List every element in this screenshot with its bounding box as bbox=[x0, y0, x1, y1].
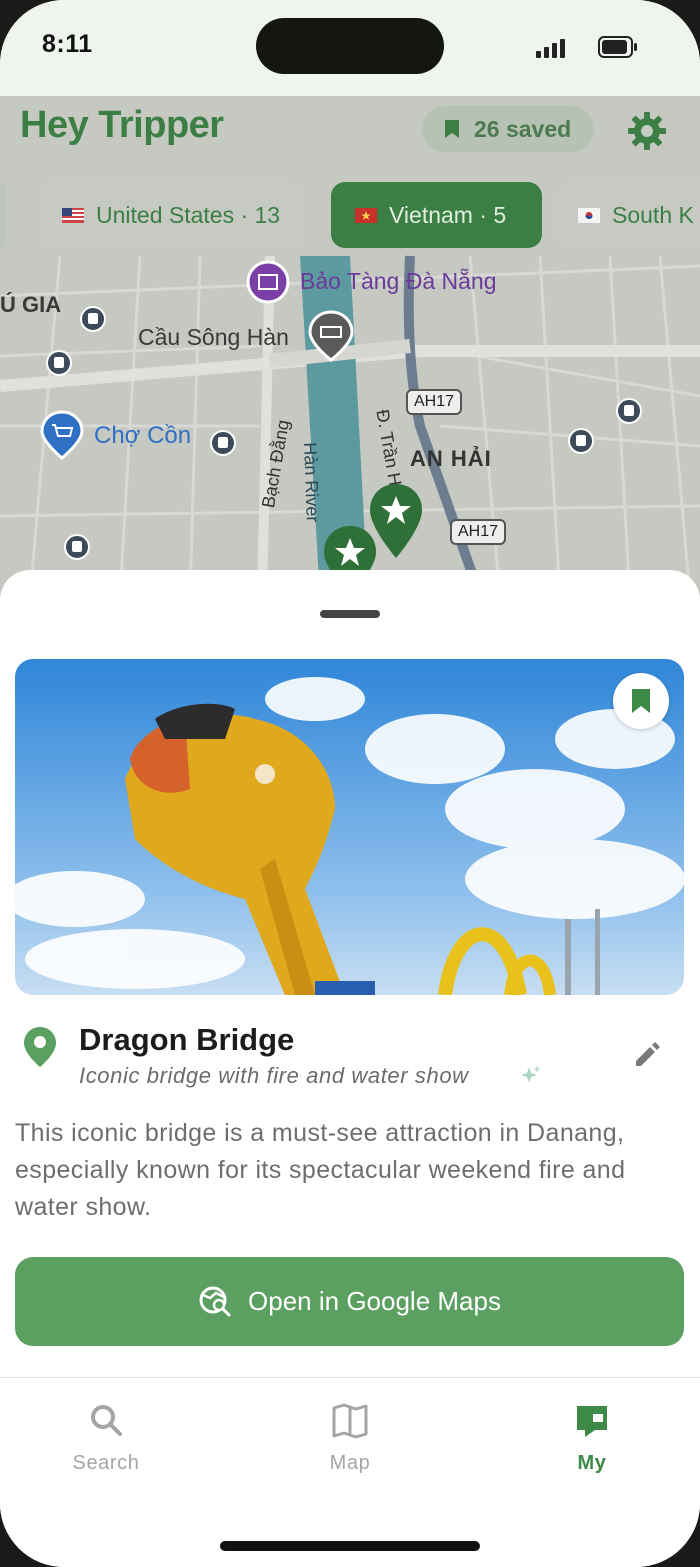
map-label-museum[interactable]: Bảo Tàng Đà Nẵng bbox=[300, 268, 497, 295]
chip-label: Vietnam · 5 bbox=[389, 201, 507, 228]
location-pin-icon bbox=[24, 1027, 56, 1067]
bus-stop-icon[interactable] bbox=[80, 306, 106, 332]
country-filter-chips: United States · 13 Vietnam · 5 South K bbox=[0, 182, 700, 250]
sparkle-icon bbox=[521, 1065, 541, 1083]
bookmark-filled-icon bbox=[632, 689, 650, 713]
place-photo bbox=[15, 659, 684, 995]
map-label-river: Hàn River bbox=[300, 442, 323, 523]
highway-shield: AH17 bbox=[450, 519, 507, 545]
phone-screen: 8:11 Ú GIA Bảo Tàng Đà Nẵng Cầu Sông Hàn… bbox=[0, 0, 700, 1567]
map-icon bbox=[332, 1403, 368, 1439]
market-marker-icon[interactable] bbox=[40, 410, 84, 460]
open-google-maps-label: Open in Google Maps bbox=[248, 1286, 501, 1316]
map-label-district: AN HẢI bbox=[410, 446, 492, 471]
status-bar: 8:11 bbox=[0, 0, 700, 96]
app-logo: Hey Tripper bbox=[20, 104, 224, 146]
my-bookmark-icon bbox=[577, 1406, 607, 1437]
country-chip-south-korea[interactable]: South K bbox=[556, 182, 700, 248]
bus-stop-icon[interactable] bbox=[64, 534, 90, 560]
museum-marker-icon[interactable] bbox=[246, 260, 290, 304]
map-label-bridge[interactable]: Cầu Sông Hàn bbox=[138, 324, 289, 351]
gear-icon[interactable] bbox=[626, 110, 668, 152]
home-indicator bbox=[220, 1541, 480, 1551]
tab-my[interactable]: My bbox=[532, 1402, 652, 1475]
tab-label: My bbox=[577, 1452, 607, 1474]
bus-stop-icon[interactable] bbox=[616, 398, 642, 424]
bookmark-toggle-button[interactable] bbox=[613, 673, 669, 729]
country-chip-vietnam[interactable]: Vietnam · 5 bbox=[331, 182, 542, 248]
tab-label: Search bbox=[72, 1452, 140, 1474]
open-google-maps-button[interactable]: Open in Google Maps bbox=[15, 1257, 684, 1346]
bookmark-icon bbox=[445, 120, 459, 138]
tab-map[interactable]: Map bbox=[290, 1402, 410, 1475]
signal-icon bbox=[536, 39, 565, 58]
tab-search[interactable]: Search bbox=[46, 1402, 166, 1475]
sheet-grabber[interactable] bbox=[320, 610, 380, 618]
app-header: Hey Tripper 26 saved bbox=[0, 96, 700, 166]
map-search-icon bbox=[199, 1286, 231, 1316]
highway-shield: AH17 bbox=[406, 389, 463, 415]
chip-label: South K bbox=[612, 201, 694, 228]
landmark-marker-icon[interactable] bbox=[308, 310, 354, 362]
battery-icon bbox=[598, 36, 637, 58]
place-subtitle: Iconic bridge with fire and water show bbox=[79, 1063, 469, 1088]
map-label-market[interactable]: Chợ Cồn bbox=[94, 422, 191, 450]
country-chip-united-states[interactable]: United States · 13 bbox=[40, 182, 303, 248]
us-flag-icon bbox=[62, 207, 84, 223]
country-chip-partial[interactable] bbox=[0, 182, 6, 248]
bus-stop-icon[interactable] bbox=[210, 430, 236, 456]
saved-count-label: 26 saved bbox=[474, 115, 572, 142]
tab-label: Map bbox=[329, 1452, 371, 1474]
search-icon bbox=[91, 1405, 122, 1436]
bus-stop-icon[interactable] bbox=[46, 350, 72, 376]
bottom-tab-bar: Search Map My bbox=[0, 1377, 700, 1567]
place-title: Dragon Bridge bbox=[79, 1022, 295, 1057]
kr-flag-icon bbox=[578, 207, 600, 223]
edit-pencil-icon[interactable] bbox=[632, 1040, 662, 1070]
dynamic-island bbox=[256, 18, 444, 74]
chip-label: United States · 13 bbox=[96, 201, 281, 228]
bus-stop-icon[interactable] bbox=[568, 428, 594, 454]
saved-count-button[interactable]: 26 saved bbox=[422, 106, 594, 152]
status-time: 8:11 bbox=[42, 30, 93, 58]
map-view[interactable]: Ú GIA Bảo Tàng Đà Nẵng Cầu Sông Hàn Chợ … bbox=[0, 96, 700, 596]
vn-flag-icon bbox=[355, 207, 377, 223]
map-label-area: Ú GIA bbox=[0, 292, 62, 317]
place-description: This iconic bridge is a must-see attract… bbox=[15, 1119, 626, 1221]
